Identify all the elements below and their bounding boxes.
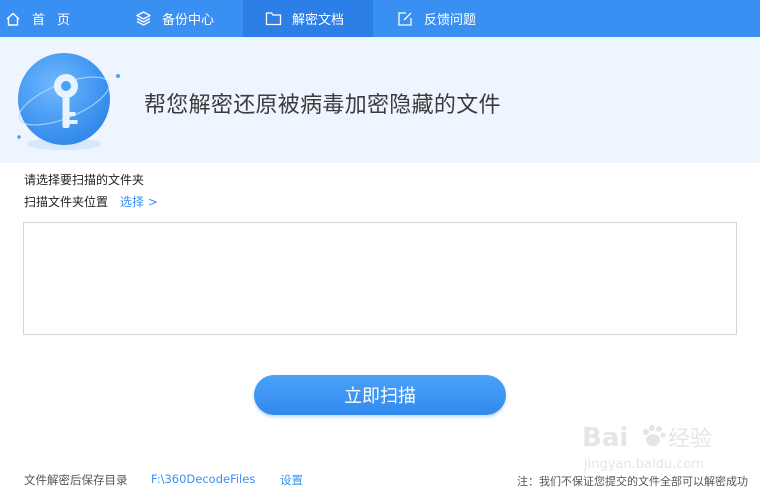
tab-feedback[interactable]: 反馈问题	[373, 0, 503, 37]
selected-folders-list[interactable]	[23, 222, 737, 335]
choose-folder-link[interactable]: 选择 >	[120, 193, 158, 210]
watermark-url: jingyan.baidu.com	[583, 457, 704, 472]
select-folder-prompt: 请选择要扫描的文件夹	[24, 173, 145, 187]
tab-decrypt-documents[interactable]: 解密文档	[243, 0, 373, 37]
tab-backup-center[interactable]: 备份中心	[120, 0, 243, 37]
top-nav: 首页 备份中心 解密文档 反馈问题	[0, 0, 760, 37]
save-directory-path[interactable]: F:\360DecodeFiles	[151, 472, 255, 486]
tab-home-label: 首页	[32, 13, 83, 28]
folder-icon	[264, 10, 282, 28]
scan-now-button[interactable]: 立即扫描	[254, 375, 506, 415]
banner-title: 帮您解密还原被病毒加密隐藏的文件	[144, 93, 501, 118]
watermark-brand-2: 经验	[668, 427, 712, 452]
banner: 帮您解密还原被病毒加密隐藏的文件	[0, 37, 760, 163]
tab-backup-center-label: 备份中心	[162, 13, 215, 28]
paw-icon	[643, 425, 666, 446]
save-directory-label: 文件解密后保存目录	[24, 473, 128, 487]
tab-decrypt-documents-label: 解密文档	[292, 13, 345, 28]
scan-location-label: 扫描文件夹位置	[24, 195, 109, 209]
key-icon	[15, 52, 120, 157]
disclaimer-note: 注：我们不保证您提交的文件全部可以解密成功	[517, 475, 748, 488]
settings-link[interactable]: 设置	[280, 472, 303, 488]
tab-home[interactable]: 首页	[0, 0, 120, 37]
baidu-watermark: Bai 经验 jingyan.baidu.com	[582, 416, 722, 474]
edit-icon	[396, 10, 414, 28]
watermark-brand: Bai	[582, 423, 628, 453]
home-icon	[4, 10, 22, 28]
scan-location-row: 扫描文件夹位置 选择 >	[24, 193, 158, 210]
tab-feedback-label: 反馈问题	[424, 13, 477, 28]
layers-icon	[134, 10, 152, 28]
